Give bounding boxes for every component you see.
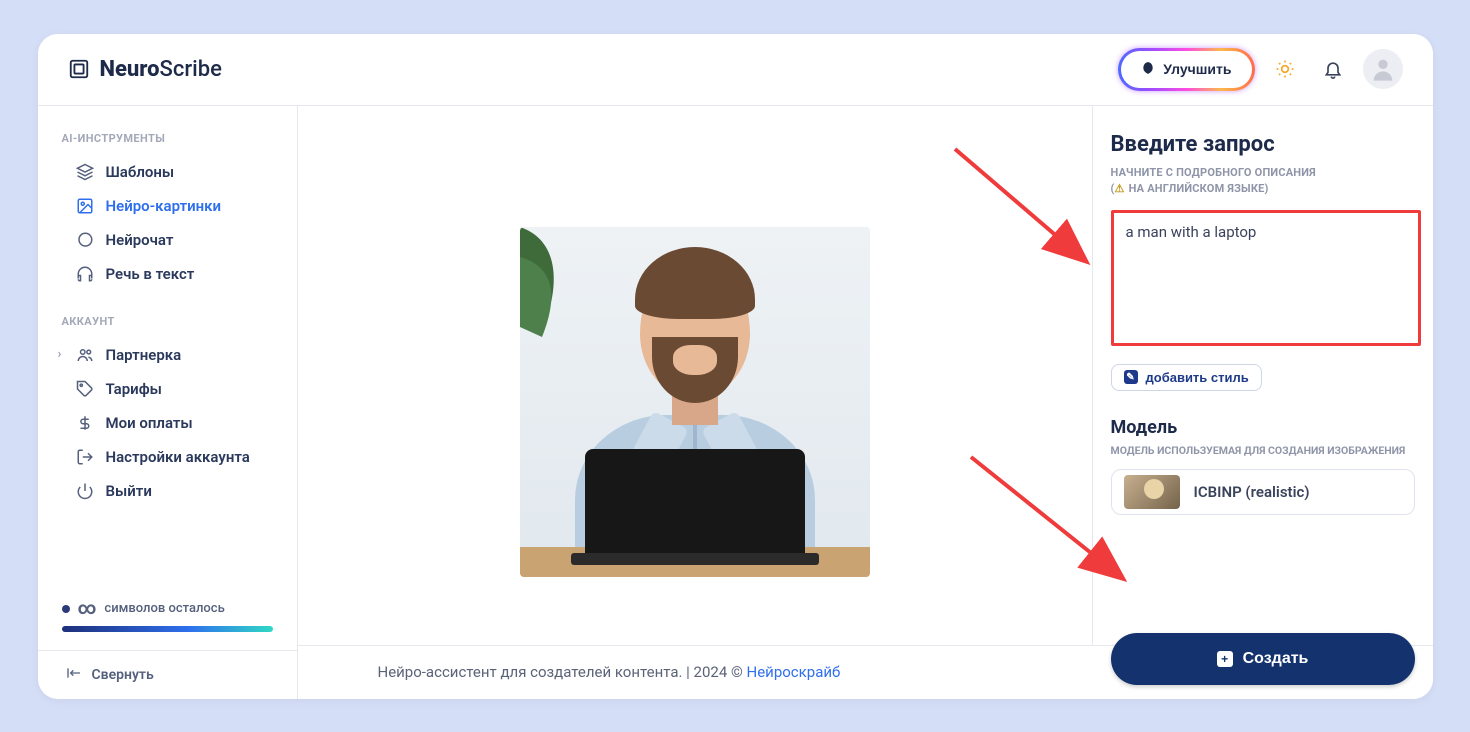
logo[interactable]: NeuroScribe	[68, 57, 222, 82]
panel-title: Введите запрос	[1111, 132, 1415, 157]
credits-row: ∞ символов осталось	[54, 596, 281, 626]
credits-infinity: ∞	[78, 600, 97, 618]
sidebar-item-label: Речь в текст	[106, 265, 195, 283]
credits-progress	[62, 626, 273, 632]
generate-button[interactable]: + Создать	[1111, 633, 1415, 685]
sidebar-item-speech-to-text[interactable]: Речь в текст	[38, 257, 297, 291]
credits-dot-icon	[62, 605, 70, 613]
layers-icon	[76, 163, 94, 181]
notifications-button[interactable]	[1315, 51, 1351, 87]
generated-image[interactable]	[520, 227, 870, 577]
warning-icon: ⚠	[1115, 182, 1125, 195]
sidebar-item-partner[interactable]: Партнерка	[38, 338, 297, 372]
sidebar-item-logout[interactable]: Выйти	[38, 474, 297, 508]
generate-label: Создать	[1243, 650, 1309, 668]
logout-settings-icon	[76, 448, 94, 466]
model-name: ICBINP (realistic)	[1194, 483, 1310, 501]
add-style-label: добавить стиль	[1146, 370, 1249, 385]
sidebar-item-label: Партнерка	[106, 346, 182, 364]
prompt-panel: Введите запрос НАЧНИТЕ С ПОДРОБНОГО ОПИС…	[1093, 106, 1433, 699]
header-actions: Улучшить	[1118, 48, 1402, 91]
model-thumb-icon	[1124, 475, 1180, 509]
sidebar-item-label: Тарифы	[106, 380, 162, 398]
section-label-account: АККАУНТ	[38, 309, 297, 338]
model-title: Модель	[1111, 417, 1415, 438]
body: AI-ИНСТРУМЕНТЫ Шаблоны Нейро-картинки Не…	[38, 106, 1433, 699]
footer-text: Нейро-ассистент для создателей контента.…	[378, 663, 841, 681]
users-icon	[76, 346, 94, 364]
plus-icon: +	[1217, 651, 1233, 667]
add-style-button[interactable]: ✎ добавить стиль	[1111, 364, 1262, 391]
generated-image-illustration	[520, 227, 870, 577]
sidebar-item-label: Шаблоны	[106, 163, 175, 181]
headphones-icon	[76, 265, 94, 283]
panel-subtitle: НАЧНИТЕ С ПОДРОБНОГО ОПИСАНИЯ (⚠НА АНГЛИ…	[1111, 165, 1415, 198]
logo-text: NeuroScribe	[100, 57, 222, 82]
model-subtitle: МОДЕЛЬ ИСПОЛЬЗУЕМАЯ ДЛЯ СОЗДАНИЯ ИЗОБРАЖ…	[1111, 444, 1415, 457]
model-selector[interactable]: ICBINP (realistic)	[1111, 469, 1415, 515]
tag-icon	[76, 380, 94, 398]
image-canvas	[298, 106, 1093, 699]
pencil-icon: ✎	[1124, 370, 1138, 384]
sidebar-item-label: Настройки аккаунта	[106, 448, 250, 466]
dollar-icon	[76, 414, 94, 432]
app-window: NeuroScribe Улучшить	[38, 34, 1433, 699]
sidebar-bottom: ∞ символов осталось	[38, 596, 297, 650]
sidebar-collapse[interactable]: Свернуть	[38, 650, 297, 699]
sidebar-item-label: Мои оплаты	[106, 414, 193, 432]
sidebar-item-label: Выйти	[106, 482, 152, 500]
section-label-tools: AI-ИНСТРУМЕНТЫ	[38, 126, 297, 155]
credits-label: символов осталось	[104, 601, 224, 616]
prompt-input[interactable]	[1111, 210, 1421, 346]
sidebar-item-templates[interactable]: Шаблоны	[38, 155, 297, 189]
sidebar-item-account-settings[interactable]: Настройки аккаунта	[38, 440, 297, 474]
sidebar: AI-ИНСТРУМЕНТЫ Шаблоны Нейро-картинки Не…	[38, 106, 298, 699]
sidebar-item-payments[interactable]: Мои оплаты	[38, 406, 297, 440]
footer-brand-link[interactable]: Нейроскрайб	[747, 663, 841, 681]
upgrade-button[interactable]: Улучшить	[1121, 51, 1251, 88]
main: Введите запрос НАЧНИТЕ С ПОДРОБНОГО ОПИС…	[298, 106, 1433, 699]
sidebar-item-neurochat[interactable]: Нейрочат	[38, 223, 297, 257]
sidebar-item-neuro-images[interactable]: Нейро-картинки	[38, 189, 297, 223]
user-avatar[interactable]	[1363, 49, 1403, 89]
image-icon	[76, 197, 94, 215]
theme-toggle[interactable]	[1267, 51, 1303, 87]
collapse-icon	[66, 665, 82, 685]
sidebar-item-label: Нейро-картинки	[106, 197, 222, 215]
rocket-icon	[1141, 61, 1155, 78]
chat-icon	[76, 231, 94, 249]
upgrade-label: Улучшить	[1163, 61, 1231, 77]
logo-icon	[68, 58, 90, 80]
power-icon	[76, 482, 94, 500]
sidebar-item-label: Нейрочат	[106, 231, 174, 249]
header: NeuroScribe Улучшить	[38, 34, 1433, 106]
sidebar-item-plans[interactable]: Тарифы	[38, 372, 297, 406]
upgrade-button-wrap: Улучшить	[1118, 48, 1254, 91]
collapse-label: Свернуть	[92, 667, 154, 683]
